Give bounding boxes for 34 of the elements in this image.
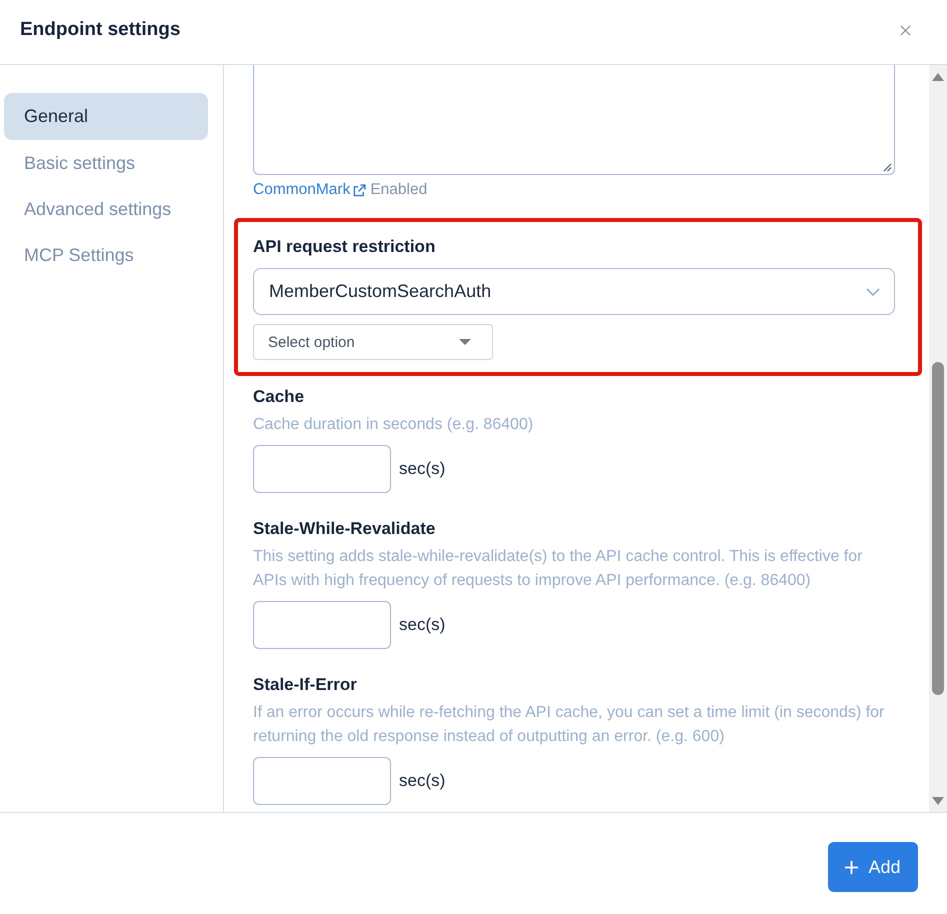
add-button[interactable]: Add [828,842,918,892]
dropdown-field[interactable]: Select option [253,324,493,360]
sidebar-item[interactable]: Basic settings [4,140,208,186]
resize-grip-icon[interactable] [883,163,892,172]
scroll-up-arrow-icon[interactable] [932,73,944,81]
hint-text: Cache duration in seconds (e.g. 86400) [253,415,534,435]
sidebar-item[interactable]: MCP Settings [4,232,208,278]
chevron-down-icon[interactable] [866,288,880,296]
external-link-icon[interactable] [353,184,366,196]
caret-down-icon[interactable] [459,339,471,345]
scrollbar-thumb[interactable] [932,362,944,695]
field-label: API request restriction [253,236,436,258]
field-label: Stale-While-Revalidate [253,518,436,540]
dialog-title: Endpoint settings [20,19,180,41]
doc-link[interactable]: CommonMark [253,180,366,200]
field-label: Cache [253,386,306,408]
sidebar-item[interactable]: Advanced settings [4,186,208,232]
number-input[interactable] [253,601,391,649]
close-icon[interactable] [900,24,911,36]
plus-icon[interactable] [845,860,858,874]
scrollbar-track[interactable] [929,65,947,812]
select-field[interactable]: MemberCustomSearchAuth [253,268,895,315]
unit-label: sec(s) [399,459,446,479]
textarea-field[interactable] [253,65,895,175]
scroll-down-arrow-icon[interactable] [932,797,944,805]
unit-label: sec(s) [399,771,446,791]
sidebar-item[interactable]: General [4,93,208,140]
hint-text: This setting adds stale-while-revalidate(s) to the API cache control. This is effective for APIs with high frequency of requests to improve API performance. (e.g. 86400) [253,547,864,591]
hint-text: If an error occurs while re-fetching the API cache, you can set a time limit (in seconds) for returning the old response instead of outputting an error. (e.g. 600) [253,703,886,747]
field-label: Stale-If-Error [253,674,358,696]
status-text: Enabled [370,180,428,200]
number-input[interactable] [253,445,391,493]
number-input[interactable] [253,757,391,805]
unit-label: sec(s) [399,615,446,635]
